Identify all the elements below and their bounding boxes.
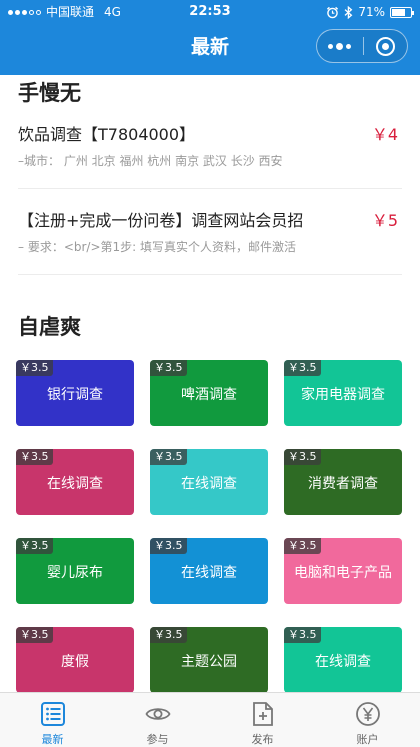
survey-tile[interactable]: ￥3.5 电脑和电子产品 (284, 538, 402, 604)
survey-tile[interactable]: ￥3.5 家用电器调查 (284, 360, 402, 426)
tab-label: 账户 (356, 733, 379, 746)
tile-price: ￥3.5 (16, 627, 53, 643)
survey-tile[interactable]: ￥3.5 啤酒调查 (150, 360, 268, 426)
capsule-menu (316, 29, 408, 63)
tab-latest[interactable]: 最新 (0, 693, 105, 747)
survey-tile[interactable]: ￥3.5 在线调查 (16, 449, 134, 515)
list-icon (41, 702, 65, 726)
survey-tile[interactable]: ￥3.5 在线调查 (150, 449, 268, 515)
survey-tile[interactable]: ￥3.5 婴儿尿布 (16, 538, 134, 604)
tile-label: 家用电器调查 (301, 387, 385, 403)
header: 中国联通 4G 22:53 71% 最新 (0, 0, 420, 75)
divider (18, 188, 402, 189)
survey-price: ￥4 (371, 125, 398, 144)
tile-label: 在线调查 (181, 565, 237, 581)
survey-tile[interactable]: ￥3.5 在线调查 (284, 627, 402, 693)
tile-label: 电脑和电子产品 (294, 565, 392, 581)
tile-price: ￥3.5 (16, 360, 53, 376)
tile-price: ￥3.5 (150, 627, 187, 643)
survey-tile[interactable]: ￥3.5 主题公园 (150, 627, 268, 693)
capsule-close-icon[interactable] (363, 30, 407, 62)
survey-title: 【注册+完成一份问卷】调查网站会员招 (18, 211, 304, 230)
tile-label: 消费者调查 (308, 476, 378, 492)
survey-subtitle: –城市： 广州 北京 福州 杭州 南京 武汉 长沙 西安 (18, 154, 283, 168)
yen-coin-icon (356, 702, 380, 726)
tile-label: 在线调查 (181, 476, 237, 492)
tab-label: 参与 (146, 733, 169, 746)
section-title-grind: 自虐爽 (18, 315, 81, 339)
tile-label: 在线调查 (315, 654, 371, 670)
survey-title: 饮品调查【T7804000】 (18, 125, 196, 144)
survey-tile[interactable]: ￥3.5 银行调查 (16, 360, 134, 426)
section-title-fast: 手慢无 (18, 81, 81, 105)
battery-percent: 71% (358, 5, 385, 19)
tab-label: 最新 (41, 733, 64, 746)
tile-price: ￥3.5 (150, 538, 187, 554)
tile-label: 银行调查 (47, 387, 103, 403)
tile-price: ￥3.5 (150, 360, 187, 376)
tile-price: ￥3.5 (284, 627, 321, 643)
tile-price: ￥3.5 (284, 449, 321, 465)
tab-bar: 最新 参与 发布 账户 (0, 692, 420, 747)
tile-label: 婴儿尿布 (47, 565, 103, 581)
tab-participate[interactable]: 参与 (105, 693, 210, 747)
status-right: 71% (326, 0, 414, 24)
tile-price: ￥3.5 (284, 538, 321, 554)
tab-publish[interactable]: 发布 (210, 693, 315, 747)
tile-price: ￥3.5 (150, 449, 187, 465)
survey-tile[interactable]: ￥3.5 消费者调查 (284, 449, 402, 515)
tile-price: ￥3.5 (16, 538, 53, 554)
tile-label: 啤酒调查 (181, 387, 237, 403)
tile-label: 主题公园 (181, 654, 237, 670)
divider (18, 274, 402, 275)
tile-price: ￥3.5 (16, 449, 53, 465)
battery-icon (390, 6, 414, 18)
more-dots-icon[interactable] (317, 30, 363, 62)
tab-account[interactable]: 账户 (315, 693, 420, 747)
eye-icon (145, 708, 171, 720)
status-bar: 中国联通 4G 22:53 71% (0, 0, 420, 24)
tile-price: ￥3.5 (284, 360, 321, 376)
survey-tile[interactable]: ￥3.5 度假 (16, 627, 134, 693)
survey-item[interactable]: 【注册+完成一份问卷】调查网站会员招 ￥5 – 要求：<br/>第1步: 填写真… (0, 193, 420, 275)
tile-label: 度假 (61, 654, 89, 670)
survey-subtitle: – 要求：<br/>第1步: 填写真实个人资料，邮件激活 (18, 240, 297, 254)
tab-label: 发布 (251, 733, 274, 746)
survey-price: ￥5 (371, 211, 398, 230)
bluetooth-icon (344, 5, 353, 19)
survey-item[interactable]: 饮品调查【T7804000】 ￥4 –城市： 广州 北京 福州 杭州 南京 武汉… (0, 107, 420, 189)
tile-label: 在线调查 (47, 476, 103, 492)
alarm-icon (327, 6, 339, 18)
add-document-icon (253, 702, 273, 726)
survey-tile[interactable]: ￥3.5 在线调查 (150, 538, 268, 604)
